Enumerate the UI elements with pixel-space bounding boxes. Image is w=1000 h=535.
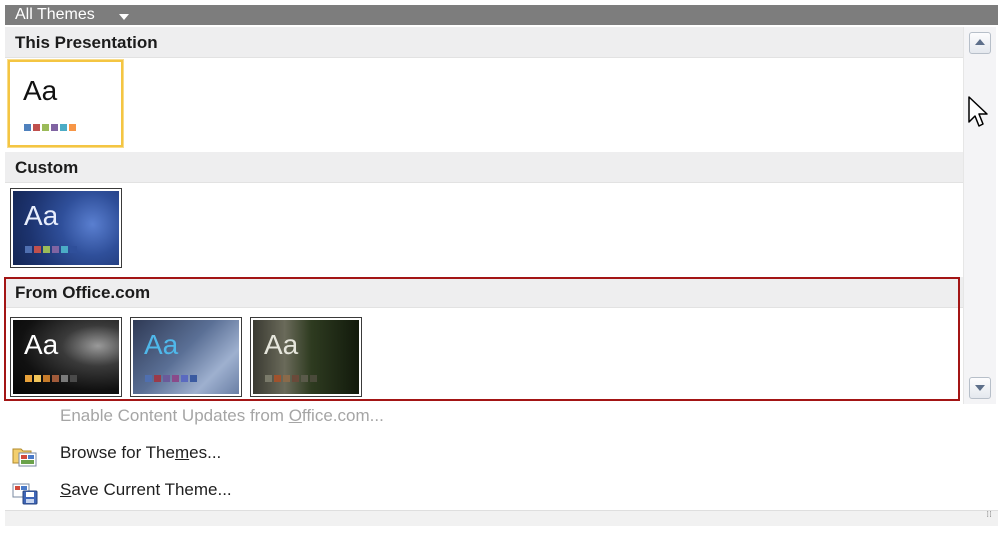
browse-for-themes-item[interactable]: Browse for Themes... xyxy=(5,437,995,471)
section-label: Custom xyxy=(15,158,79,177)
swatch xyxy=(42,124,49,131)
swatch xyxy=(60,124,67,131)
office-com-highlight-box xyxy=(4,277,960,401)
browse-folder-icon xyxy=(12,448,37,467)
mouse-pointer-icon xyxy=(968,96,988,127)
save-current-theme-item[interactable]: Save Current Theme... xyxy=(5,474,995,508)
theme-preview-text: Aa xyxy=(23,75,58,106)
resize-grip-icon[interactable]: ⁞⁞ xyxy=(986,511,992,520)
theme-thumb-current[interactable]: Aa xyxy=(8,60,123,147)
enable-content-updates-item[interactable]: Enable Content Updates from Office.com..… xyxy=(5,400,995,434)
theme-thumb-custom[interactable]: Aa xyxy=(10,188,122,268)
arrow-up-icon xyxy=(975,39,985,45)
scroll-down-button[interactable] xyxy=(969,377,991,399)
resize-bar[interactable]: ⁞⁞ xyxy=(5,510,998,526)
all-themes-dropdown[interactable]: All Themes xyxy=(5,5,998,25)
gallery-scrollbar[interactable] xyxy=(963,27,996,404)
swatch xyxy=(25,246,32,253)
swatch xyxy=(70,246,77,253)
save-theme-icon xyxy=(12,483,38,505)
dropdown-arrow-icon xyxy=(119,14,129,20)
arrow-down-icon xyxy=(975,385,985,391)
swatch xyxy=(52,246,59,253)
swatch xyxy=(24,124,31,131)
color-swatches xyxy=(24,124,76,131)
section-label: This Presentation xyxy=(15,33,158,52)
swatch xyxy=(43,246,50,253)
theme-preview-text: Aa xyxy=(24,200,59,231)
menu-label: Browse for Themes... xyxy=(60,443,222,462)
scroll-up-button[interactable] xyxy=(969,32,991,54)
color-swatches xyxy=(25,246,77,253)
swatch xyxy=(69,124,76,131)
swatch xyxy=(33,124,40,131)
swatch xyxy=(61,246,68,253)
section-header-custom: Custom xyxy=(5,152,967,183)
section-header-this-presentation: This Presentation xyxy=(5,27,967,58)
menu-label: Enable Content Updates from Office.com..… xyxy=(60,406,384,425)
swatch xyxy=(51,124,58,131)
swatch xyxy=(34,246,41,253)
menu-label: Save Current Theme... xyxy=(60,480,232,499)
dropdown-title: All Themes xyxy=(15,6,95,23)
